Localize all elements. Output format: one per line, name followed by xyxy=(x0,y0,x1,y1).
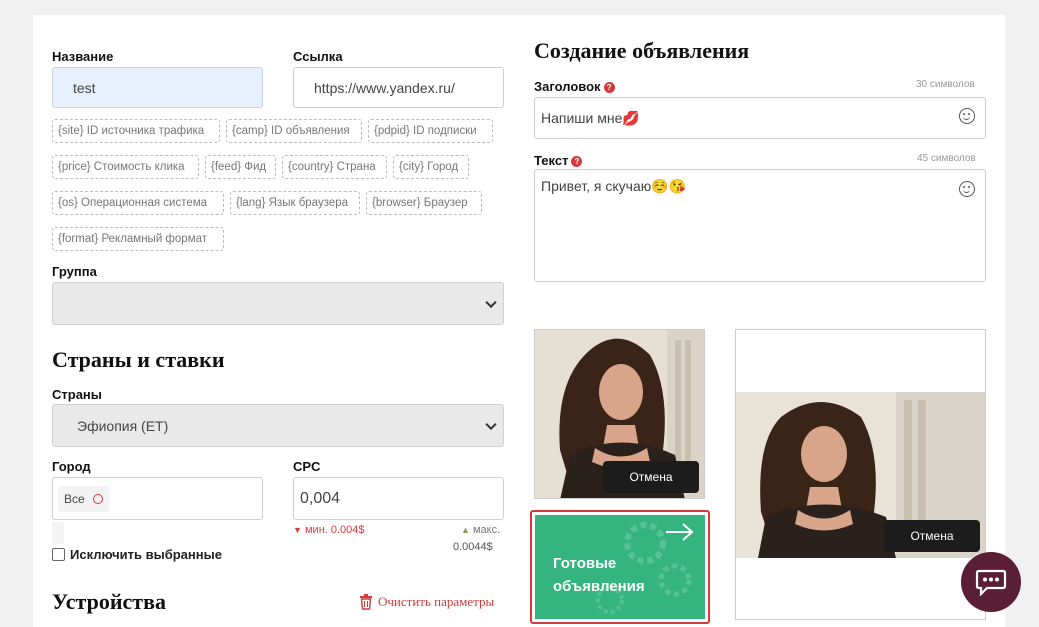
macro-tag-pdpid[interactable]: {pdpid} ID подписки xyxy=(368,119,493,143)
clear-params-link[interactable]: Очистить параметры xyxy=(359,594,494,610)
macro-tag-os[interactable]: {os} Операционная система xyxy=(52,191,224,215)
ad-title-input[interactable]: Напиши мне💋 xyxy=(534,97,986,139)
cpc-max-value: 0.0044$ xyxy=(453,541,493,553)
macro-tag-browser[interactable]: {browser} Браузер xyxy=(366,191,482,215)
trash-icon xyxy=(360,594,372,610)
triangle-down-icon: ▼ xyxy=(293,525,302,535)
countries-heading: Страны и ставки xyxy=(52,347,225,372)
group-label: Группа xyxy=(52,264,97,279)
ad-text-label: Текст? xyxy=(534,153,583,168)
chevron-down-icon xyxy=(485,418,497,430)
city-label: Город xyxy=(52,459,91,474)
emoji-picker-icon[interactable] xyxy=(959,181,975,197)
city-input[interactable]: Все xyxy=(52,477,263,520)
macro-tag-format[interactable]: {format} Рекламный формат xyxy=(52,227,224,251)
ad-text-counter: 45 символов xyxy=(917,153,976,164)
emoji-picker-icon[interactable] xyxy=(959,108,975,124)
group-select[interactable] xyxy=(52,282,504,325)
chat-button[interactable] xyxy=(961,552,1021,612)
devices-heading: Устройства xyxy=(52,589,166,614)
cpc-label: CPC xyxy=(293,459,321,474)
city-scroll-stub xyxy=(52,522,64,544)
countries-label: Страны xyxy=(52,387,102,402)
exclude-selected[interactable]: Исключить выбранные xyxy=(52,547,222,562)
chat-bubble-icon xyxy=(975,569,1007,596)
cpc-max-hint: ▲ макс. xyxy=(461,524,501,536)
ad-preview-frame: Отмена xyxy=(735,329,986,620)
macro-tag-price[interactable]: {price} Стоимость клика xyxy=(52,155,199,179)
ready-ads-tile[interactable]: Готовые объявления xyxy=(530,510,710,624)
arrow-right-icon xyxy=(666,523,694,541)
country-select[interactable]: Эфиопия (ET) xyxy=(52,404,504,447)
cancel-button[interactable]: Отмена xyxy=(884,520,980,552)
create-ad-heading: Создание объявления xyxy=(534,38,750,63)
cpc-min-hint: ▼ мин. 0.004$ xyxy=(293,524,365,536)
help-icon[interactable]: ? xyxy=(571,156,583,167)
help-icon[interactable]: ? xyxy=(603,82,615,93)
chevron-down-icon xyxy=(485,296,497,308)
remove-chip-icon[interactable] xyxy=(92,494,103,504)
cancel-button[interactable]: Отмена xyxy=(603,461,699,493)
exclude-checkbox[interactable] xyxy=(52,548,65,561)
link-label: Ссылка xyxy=(293,49,343,64)
macro-tag-city[interactable]: {city} Город xyxy=(393,155,469,179)
name-label: Название xyxy=(52,49,114,64)
name-input[interactable]: test xyxy=(52,67,263,108)
ready-ads-label: Готовые объявления xyxy=(553,555,645,595)
link-input[interactable]: https://www.yandex.ru/ xyxy=(293,67,504,108)
ad-text-textarea[interactable]: Привет, я скучаю☺️😘 xyxy=(534,169,986,282)
ad-title-counter: 30 символов xyxy=(916,79,975,90)
cpc-input[interactable]: 0,004 xyxy=(293,477,504,520)
ready-ads-panel: Готовые объявления xyxy=(535,515,705,619)
macro-tag-camp[interactable]: {camp} ID объявления xyxy=(226,119,362,143)
macro-tag-feed[interactable]: {feed} Фид xyxy=(205,155,276,179)
city-chip[interactable]: Все xyxy=(58,486,109,512)
triangle-up-icon: ▲ xyxy=(461,525,470,535)
macro-tag-country[interactable]: {country} Страна xyxy=(282,155,387,179)
campaign-form-card: Название test Ссылка https://www.yandex.… xyxy=(33,15,1005,627)
macro-tag-site[interactable]: {site} ID источника трафика xyxy=(52,119,220,143)
ad-title-label: Заголовок? xyxy=(534,79,615,94)
macro-tag-lang[interactable]: {lang} Язык браузера xyxy=(230,191,360,215)
